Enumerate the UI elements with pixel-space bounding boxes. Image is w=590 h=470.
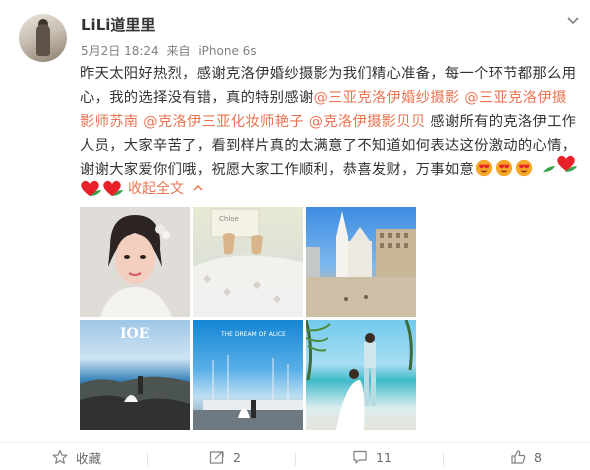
mention-makeup-yanzi[interactable]: @克洛伊三亚化妆师艳子 — [143, 114, 304, 130]
heart-emoji — [103, 180, 121, 196]
collapse-row: 收起全文 — [80, 177, 204, 199]
photo-beach-couple[interactable] — [306, 320, 416, 430]
source-prefix: 来自 — [166, 44, 191, 58]
post-source[interactable]: iPhone 6s — [198, 44, 256, 58]
photo-2-art: Chloe — [193, 208, 303, 317]
mention-photographer-beibei[interactable]: @克洛伊摄影贝贝 — [309, 114, 426, 130]
action-divider — [0, 442, 590, 443]
photo-bride-portrait[interactable] — [80, 207, 190, 317]
photo-3-art — [306, 211, 416, 317]
repost-icon — [209, 451, 224, 464]
photo-4-title: IOE — [120, 326, 149, 342]
user-name[interactable]: LiLi道里里 — [81, 14, 155, 35]
mention-studio[interactable]: @三亚克洛伊婚纱摄影 — [314, 90, 460, 106]
like-icon — [511, 450, 526, 464]
photo-harbor-boats[interactable]: THE DREAM OF ALICE — [193, 320, 303, 430]
like-button[interactable]: 8 — [510, 445, 542, 469]
repost-button[interactable]: 2 — [209, 445, 241, 469]
more-icon[interactable] — [563, 10, 583, 30]
avatar-figure — [36, 24, 50, 56]
collapse-label: 收起全文 — [128, 181, 184, 197]
heart-eyes-emoji — [476, 159, 493, 177]
comment-count: 11 — [376, 449, 392, 465]
photo-seaside-rocks[interactable]: IOE — [80, 320, 190, 430]
heart-emoji — [81, 180, 99, 196]
photo-6-art — [306, 320, 413, 430]
favorite-label: 收藏 — [76, 450, 102, 466]
post-date[interactable]: 5月2日 18:24 — [81, 44, 159, 58]
post-meta: 5月2日 18:24 来自 iPhone 6s — [81, 42, 261, 59]
photo-5-title: THE DREAM OF ALICE — [220, 331, 286, 338]
avatar[interactable] — [19, 14, 67, 62]
chloe-label: Chloe — [219, 215, 239, 223]
heart-eyes-emoji — [496, 159, 513, 177]
comment-button[interactable]: 11 — [352, 445, 392, 469]
action-separator — [443, 452, 444, 466]
star-icon — [52, 449, 68, 464]
photo-5-art: THE DREAM OF ALICE — [193, 331, 303, 430]
repost-count: 2 — [233, 449, 241, 465]
photo-1-art — [80, 207, 190, 317]
heart-emoji — [557, 155, 575, 171]
favorite-button[interactable]: 收藏 — [52, 445, 101, 469]
action-separator — [295, 452, 296, 466]
photo-bride-feet[interactable]: Chloe — [193, 207, 303, 317]
comment-icon — [353, 450, 367, 464]
chevron-up-icon — [193, 184, 203, 191]
photo-church-plaza[interactable] — [306, 207, 416, 317]
heart-eyes-emoji — [516, 159, 533, 177]
leaf-emoji — [543, 166, 556, 172]
photo-4-art: IOE — [80, 326, 190, 430]
collapse-button[interactable]: 收起全文 — [128, 178, 204, 198]
like-count: 8 — [534, 449, 542, 465]
action-separator — [147, 452, 148, 466]
